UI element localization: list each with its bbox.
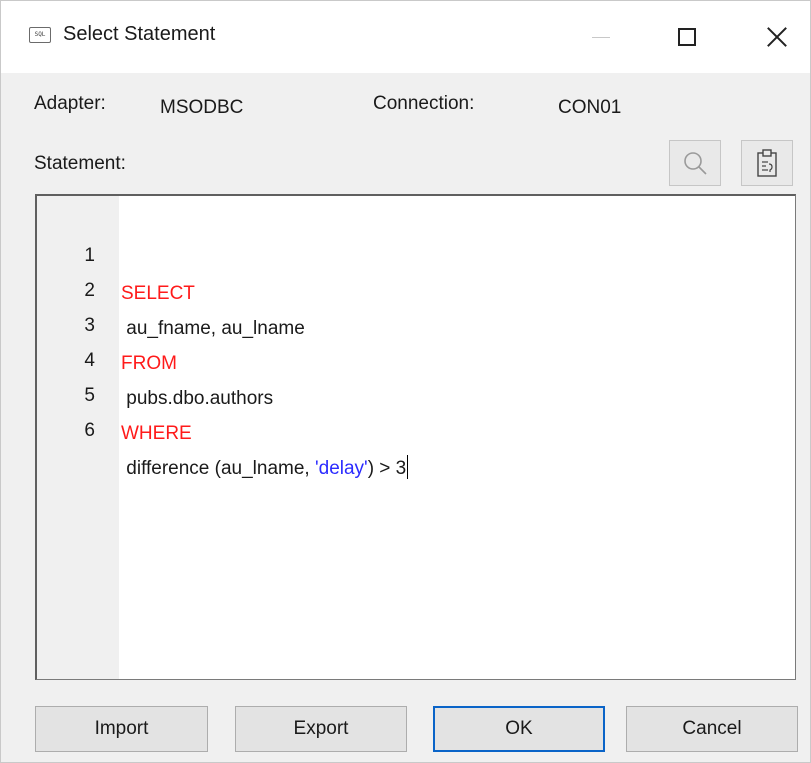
- code-line: 6 difference (au_lname, 'delay') > 3: [37, 374, 795, 479]
- search-icon: [684, 152, 707, 175]
- sql-keyword: WHERE: [121, 423, 192, 444]
- code-line: 2 au_fname, au_lname: [37, 234, 795, 339]
- import-button[interactable]: Import: [35, 706, 208, 752]
- clipboard-icon: [757, 149, 777, 177]
- search-button[interactable]: [669, 140, 721, 186]
- minimize-icon: [592, 36, 610, 38]
- code-text-part: ) > 3: [367, 458, 407, 479]
- line-number: 6: [84, 420, 95, 441]
- close-button[interactable]: [737, 1, 811, 73]
- code-line: 1 SELECT: [37, 199, 795, 304]
- text-cursor: [407, 455, 409, 479]
- code-text: difference (au_lname, 'delay') > 3: [121, 450, 409, 488]
- code-text-part: difference (au_lname,: [121, 458, 315, 479]
- adapter-value: MSODBC: [160, 97, 244, 118]
- maximize-icon: [678, 28, 696, 46]
- maximize-button[interactable]: [647, 1, 727, 73]
- connection-label: Connection:: [373, 93, 475, 114]
- code-line: 5 WHERE: [37, 339, 795, 444]
- sql-app-icon: SQL: [29, 27, 51, 43]
- statement-label: Statement:: [34, 153, 126, 174]
- minimize-button[interactable]: [561, 1, 641, 73]
- code-line: 3 FROM: [37, 269, 795, 374]
- adapter-label: Adapter:: [34, 93, 106, 114]
- title-bar[interactable]: SQL Select Statement: [1, 1, 810, 73]
- close-icon: [767, 27, 787, 47]
- code-line: 4 pubs.dbo.authors: [37, 304, 795, 409]
- cancel-button[interactable]: Cancel: [626, 706, 798, 752]
- sql-editor[interactable]: 1 SELECT 2 au_fname, au_lname 3 FROM 4 p…: [35, 194, 796, 680]
- connection-value: CON01: [558, 97, 622, 118]
- sql-string-literal: 'delay': [315, 458, 368, 479]
- export-button[interactable]: Export: [235, 706, 407, 752]
- ok-button[interactable]: OK: [433, 706, 605, 752]
- select-statement-dialog: SQL Select Statement Adapter: MSODBC Con…: [0, 0, 811, 763]
- paste-button[interactable]: [741, 140, 793, 186]
- window-title: Select Statement: [63, 23, 216, 45]
